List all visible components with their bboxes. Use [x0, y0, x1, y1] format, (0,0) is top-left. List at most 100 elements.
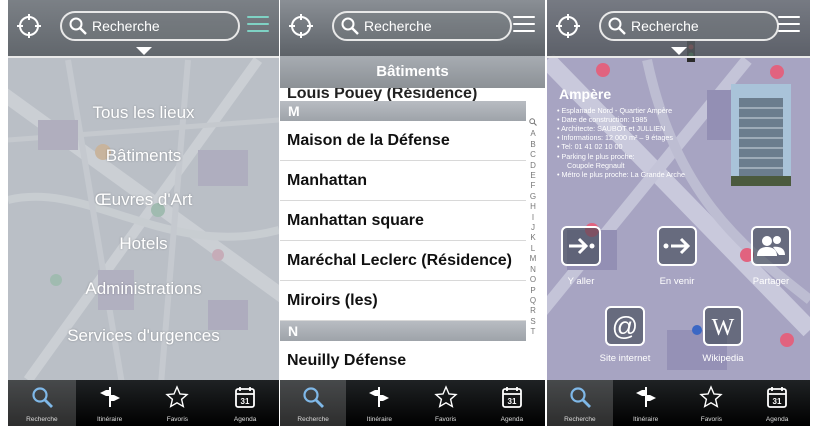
index-letter[interactable]: H: [527, 202, 539, 212]
list-item[interactable]: Maréchal Leclerc (Résidence): [280, 241, 526, 281]
svg-text:31: 31: [507, 397, 516, 406]
index-letter[interactable]: N: [527, 265, 539, 275]
tab-agenda[interactable]: 31 Agenda: [744, 380, 810, 426]
crosshair-icon[interactable]: [288, 13, 314, 39]
tab-bar: Recherche Itinéraire Favoris 31 Agenda: [280, 380, 545, 426]
svg-text:31: 31: [773, 397, 782, 406]
pull-down-arrow-icon[interactable]: [135, 47, 152, 55]
tab-label: Recherche: [297, 416, 329, 423]
index-letter[interactable]: P: [527, 286, 539, 296]
website-button[interactable]: @: [605, 306, 645, 346]
hamburger-icon[interactable]: [778, 16, 800, 34]
category-hotels[interactable]: Hotels: [8, 234, 279, 254]
go-to-button[interactable]: [561, 226, 601, 266]
wikipedia-button[interactable]: W: [703, 306, 743, 346]
category-artworks[interactable]: Œuvres d'Art: [8, 190, 279, 210]
magnifier-icon: [341, 17, 359, 35]
index-letter[interactable]: I: [527, 213, 539, 223]
place-detail: • Métro le plus proche: La Grande Arche: [557, 170, 685, 179]
search-input[interactable]: Recherche: [332, 11, 512, 41]
list-item[interactable]: Louis Pouey (Résidence): [280, 88, 526, 102]
index-letter[interactable]: E: [527, 171, 539, 181]
index-letter[interactable]: K: [527, 233, 539, 243]
index-letter[interactable]: Q: [527, 296, 539, 306]
at-icon: @: [612, 311, 638, 341]
website-label: Site internet: [599, 353, 651, 364]
list-item[interactable]: Miroirs (les): [280, 281, 526, 321]
crosshair-icon[interactable]: [555, 13, 581, 39]
share-button[interactable]: [751, 226, 791, 266]
place-detail: • Tel: 01 41 02 10 00: [557, 142, 623, 151]
tab-label: Itinéraire: [366, 416, 393, 423]
list-item[interactable]: Manhattan: [280, 161, 526, 201]
tab-agenda[interactable]: 31 Agenda: [211, 380, 279, 426]
tab-label: Favoris: [434, 416, 457, 423]
tab-search[interactable]: Recherche: [547, 380, 613, 426]
tab-favorites[interactable]: Favoris: [413, 380, 479, 426]
tab-favorites[interactable]: Favoris: [679, 380, 745, 426]
tab-search[interactable]: Recherche: [8, 380, 76, 426]
hamburger-icon[interactable]: [247, 16, 269, 34]
wikipedia-label: Wikipedia: [702, 353, 744, 364]
tab-itinerary[interactable]: Itinéraire: [76, 380, 144, 426]
list-item[interactable]: Neuilly Défense: [280, 341, 526, 380]
come-from-button[interactable]: [657, 226, 697, 266]
screen-categories: Recherche Tous les lieux Bâtiments Œuvre…: [8, 0, 279, 426]
place-detail: • Esplanade Nord - Quartier Ampère: [557, 106, 673, 115]
search-input[interactable]: Recherche: [599, 11, 779, 41]
tab-agenda[interactable]: 31 Agenda: [479, 380, 545, 426]
tab-favorites[interactable]: Favoris: [144, 380, 212, 426]
index-letter[interactable]: B: [527, 140, 539, 150]
list-item[interactable]: Manhattan square: [280, 201, 526, 241]
index-letter[interactable]: C: [527, 150, 539, 160]
place-title: Ampère: [559, 86, 612, 102]
index-letter[interactable]: G: [527, 192, 539, 202]
section-header: N: [280, 321, 526, 341]
crosshair-icon[interactable]: [16, 13, 42, 39]
magnifier-icon: [303, 387, 325, 408]
signpost-icon: [99, 387, 120, 407]
arrow-from-icon: [663, 237, 691, 255]
index-letter[interactable]: D: [527, 161, 539, 171]
place-detail: Coupole Regnault: [567, 161, 625, 170]
screen-place-details: Recherche Ampère • Esplanade Nord - Quar…: [547, 0, 810, 426]
list-item[interactable]: Maison de la Défense: [280, 121, 526, 161]
calendar-icon: 31: [235, 387, 256, 408]
tab-itinerary[interactable]: Itinéraire: [346, 380, 412, 426]
share-label: Partager: [752, 276, 790, 287]
search-input[interactable]: Recherche: [60, 11, 240, 41]
tab-label: Favoris: [166, 416, 189, 423]
category-buildings[interactable]: Bâtiments: [8, 146, 279, 166]
tab-label: Agenda: [233, 416, 257, 423]
index-letter[interactable]: O: [527, 275, 539, 285]
hamburger-icon[interactable]: [513, 16, 535, 34]
index-letter[interactable]: A: [527, 129, 539, 139]
svg-text:31: 31: [241, 397, 250, 406]
signpost-icon: [635, 387, 656, 407]
tab-itinerary[interactable]: Itinéraire: [613, 380, 679, 426]
alphabet-index[interactable]: A B C D E F G H I J K L M N O P Q R S T: [527, 118, 539, 338]
index-letter[interactable]: R: [527, 306, 539, 316]
index-letter[interactable]: F: [527, 181, 539, 191]
app-screenshots: Recherche Tous les lieux Bâtiments Œuvre…: [0, 0, 818, 426]
calendar-icon: 31: [501, 387, 522, 408]
tab-label: Recherche: [564, 416, 596, 423]
category-emergency-services[interactable]: Services d'urgences: [8, 326, 279, 346]
index-letter[interactable]: M: [527, 254, 539, 264]
star-icon: [165, 385, 190, 408]
place-detail: • Date de construction: 1985: [557, 115, 648, 124]
category-administrations[interactable]: Administrations: [8, 279, 279, 299]
people-icon: [757, 236, 785, 256]
index-letter[interactable]: S: [527, 317, 539, 327]
tab-label: Favoris: [700, 416, 723, 423]
index-letter[interactable]: L: [527, 244, 539, 254]
building-photo: [731, 84, 791, 186]
magnifier-icon: [570, 387, 591, 408]
index-letter[interactable]: T: [527, 327, 539, 337]
tab-search[interactable]: Recherche: [280, 380, 347, 426]
magnifier-icon: [529, 118, 537, 126]
pull-down-arrow-icon[interactable]: [670, 47, 687, 55]
category-all-places[interactable]: Tous les lieux: [8, 103, 279, 123]
buildings-list: Louis Pouey (Résidence) M Maison de la D…: [280, 88, 545, 380]
index-letter[interactable]: J: [527, 223, 539, 233]
